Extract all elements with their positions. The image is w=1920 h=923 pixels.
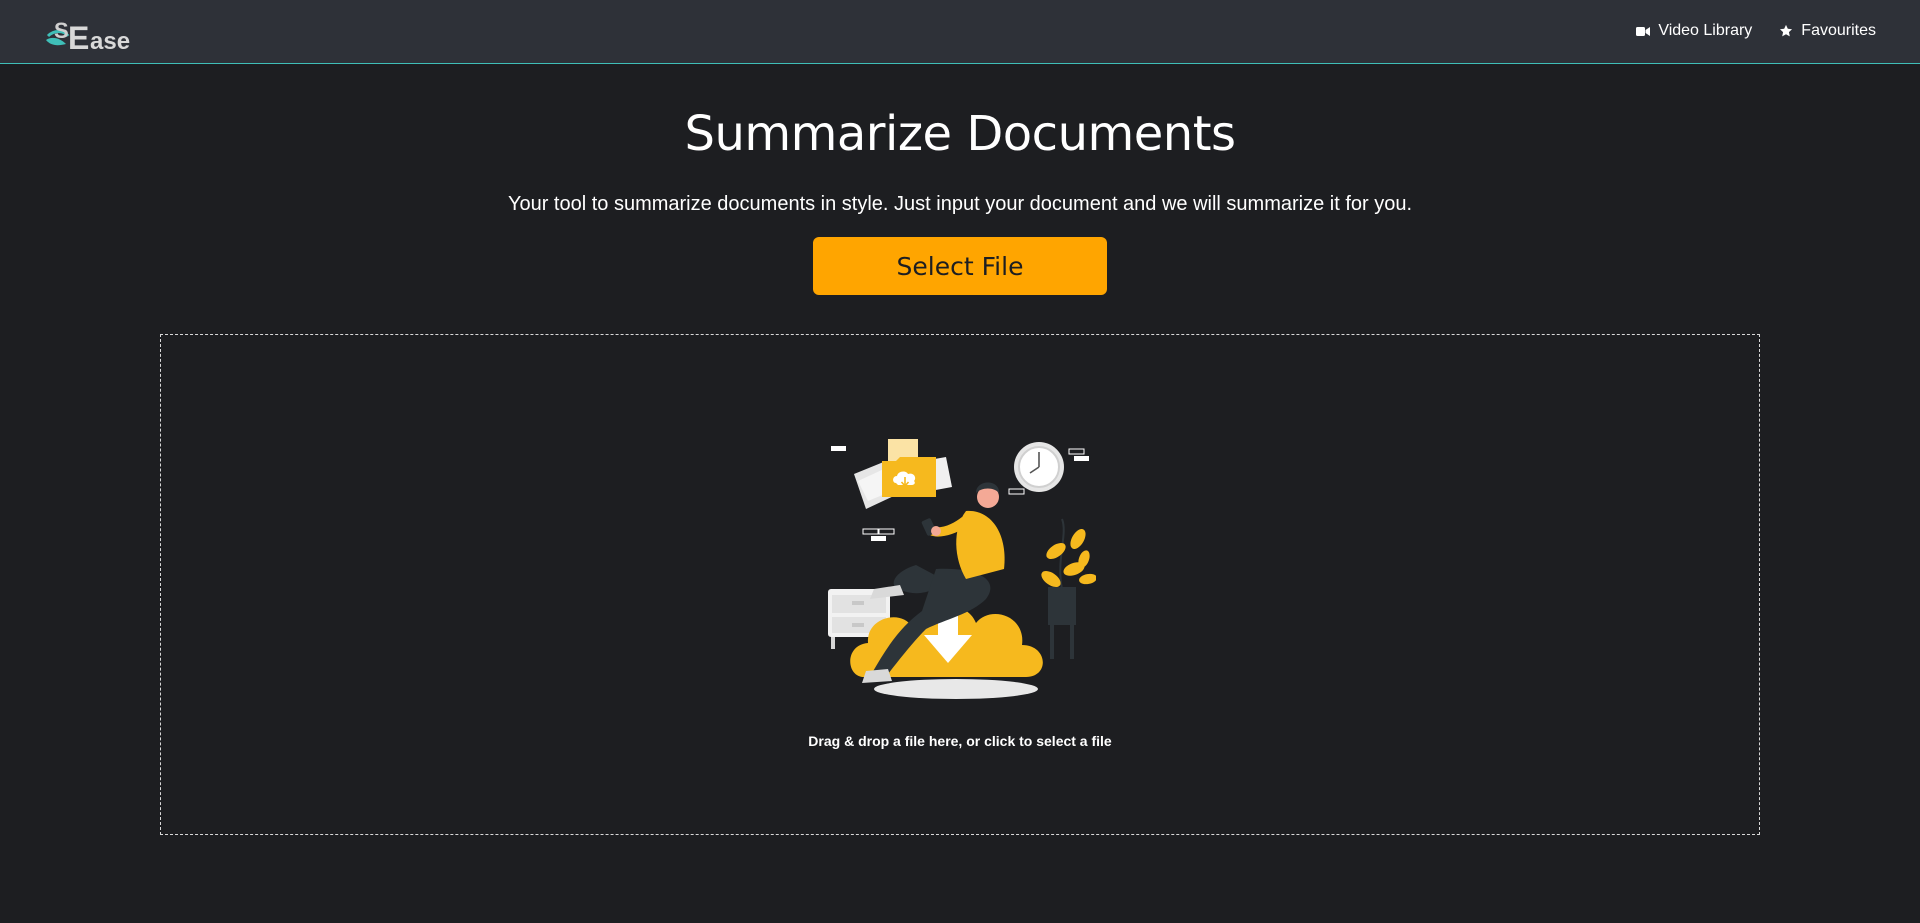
nav-favourites[interactable]: Favourites <box>1778 22 1876 40</box>
star-icon <box>1778 23 1794 39</box>
upload-illustration <box>826 439 1097 701</box>
page-subtitle: Your tool to summarize documents in styl… <box>507 193 1413 215</box>
svg-text:ase: ase <box>90 28 130 52</box>
video-camera-icon <box>1635 23 1651 39</box>
svg-text:S: S <box>54 18 69 43</box>
page-title: Summarize Documents <box>684 106 1236 162</box>
nav-links: Video Library Favourites <box>1635 0 1876 62</box>
nav-favourites-label: Favourites <box>1801 22 1876 39</box>
dropzone-instruction: Drag & drop a file here, or click to sel… <box>808 733 1112 749</box>
nav-video-library[interactable]: Video Library <box>1635 22 1752 40</box>
nav-video-library-label: Video Library <box>1658 22 1753 39</box>
sease-logo[interactable]: S E ase <box>44 16 134 56</box>
file-dropzone[interactable]: Drag & drop a file here, or click to sel… <box>160 334 1760 835</box>
svg-text:E: E <box>68 20 89 52</box>
select-file-button[interactable]: Select File <box>813 237 1107 295</box>
top-navbar: S E ase Video Library Favourites <box>0 0 1920 64</box>
